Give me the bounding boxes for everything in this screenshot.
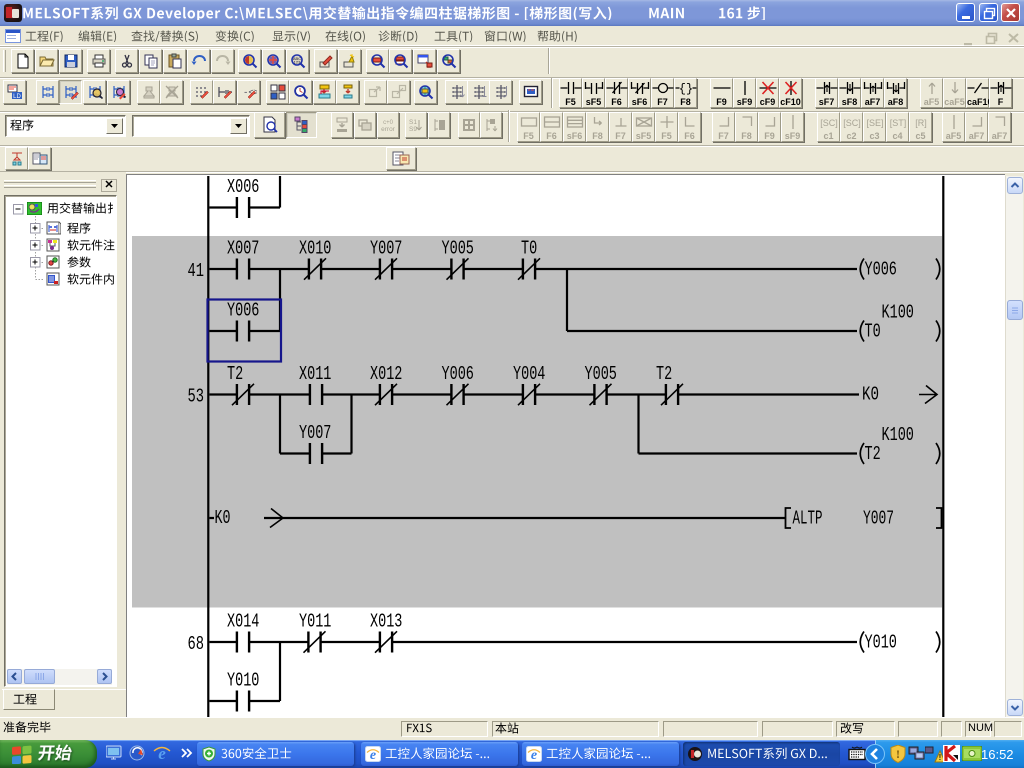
svg-text:Y004: Y004 bbox=[513, 363, 545, 385]
svg-text:Y006: Y006 bbox=[865, 259, 897, 281]
svg-text:[SC]: [SC] bbox=[843, 118, 861, 128]
svg-text:K0: K0 bbox=[862, 384, 879, 406]
svg-text:53: 53 bbox=[188, 386, 205, 408]
svg-text:Y005: Y005 bbox=[585, 363, 617, 385]
svg-text:Y007: Y007 bbox=[299, 422, 331, 444]
svg-text:X013: X013 bbox=[370, 611, 402, 633]
svg-text:68: 68 bbox=[188, 633, 205, 655]
svg-text:K100: K100 bbox=[882, 424, 914, 446]
svg-text:T2: T2 bbox=[227, 363, 243, 385]
svg-text:S9: S9 bbox=[409, 126, 417, 133]
svg-text:!: ! bbox=[896, 747, 900, 761]
svg-text:{}: {} bbox=[678, 82, 692, 96]
svg-text:Y005: Y005 bbox=[442, 238, 474, 260]
svg-text:X007: X007 bbox=[227, 238, 259, 260]
svg-text:Y011: Y011 bbox=[299, 611, 331, 633]
svg-text:[ST]: [ST] bbox=[889, 118, 906, 128]
svg-text:[SC]: [SC] bbox=[820, 118, 838, 128]
svg-text:X011: X011 bbox=[299, 363, 331, 385]
svg-text:!: ! bbox=[939, 753, 942, 762]
svg-text:Y006: Y006 bbox=[442, 363, 474, 385]
svg-text:Y010: Y010 bbox=[865, 632, 897, 654]
svg-text:T2: T2 bbox=[656, 363, 672, 385]
svg-text:X014: X014 bbox=[227, 611, 259, 633]
svg-text:Y007: Y007 bbox=[370, 238, 402, 260]
svg-text:[SE]: [SE] bbox=[866, 118, 883, 128]
svg-text:S1: S1 bbox=[409, 119, 417, 126]
svg-text:error: error bbox=[381, 126, 396, 133]
svg-text:X006: X006 bbox=[227, 176, 259, 198]
svg-text:X010: X010 bbox=[299, 238, 331, 260]
svg-text:41: 41 bbox=[188, 260, 205, 282]
svg-text:ALTP: ALTP bbox=[793, 508, 823, 530]
svg-text:LD: LD bbox=[13, 94, 21, 100]
svg-text:K100: K100 bbox=[882, 302, 914, 324]
svg-text:Y006: Y006 bbox=[227, 300, 259, 322]
svg-text:Y007: Y007 bbox=[863, 508, 894, 530]
svg-text:T0: T0 bbox=[521, 238, 537, 260]
svg-text:X012: X012 bbox=[370, 363, 402, 385]
svg-text:T2: T2 bbox=[865, 443, 881, 465]
svg-text:T0: T0 bbox=[865, 321, 881, 343]
svg-text:K0: K0 bbox=[215, 507, 231, 529]
svg-text:[R]: [R] bbox=[915, 118, 927, 128]
svg-text:Y010: Y010 bbox=[227, 670, 259, 692]
